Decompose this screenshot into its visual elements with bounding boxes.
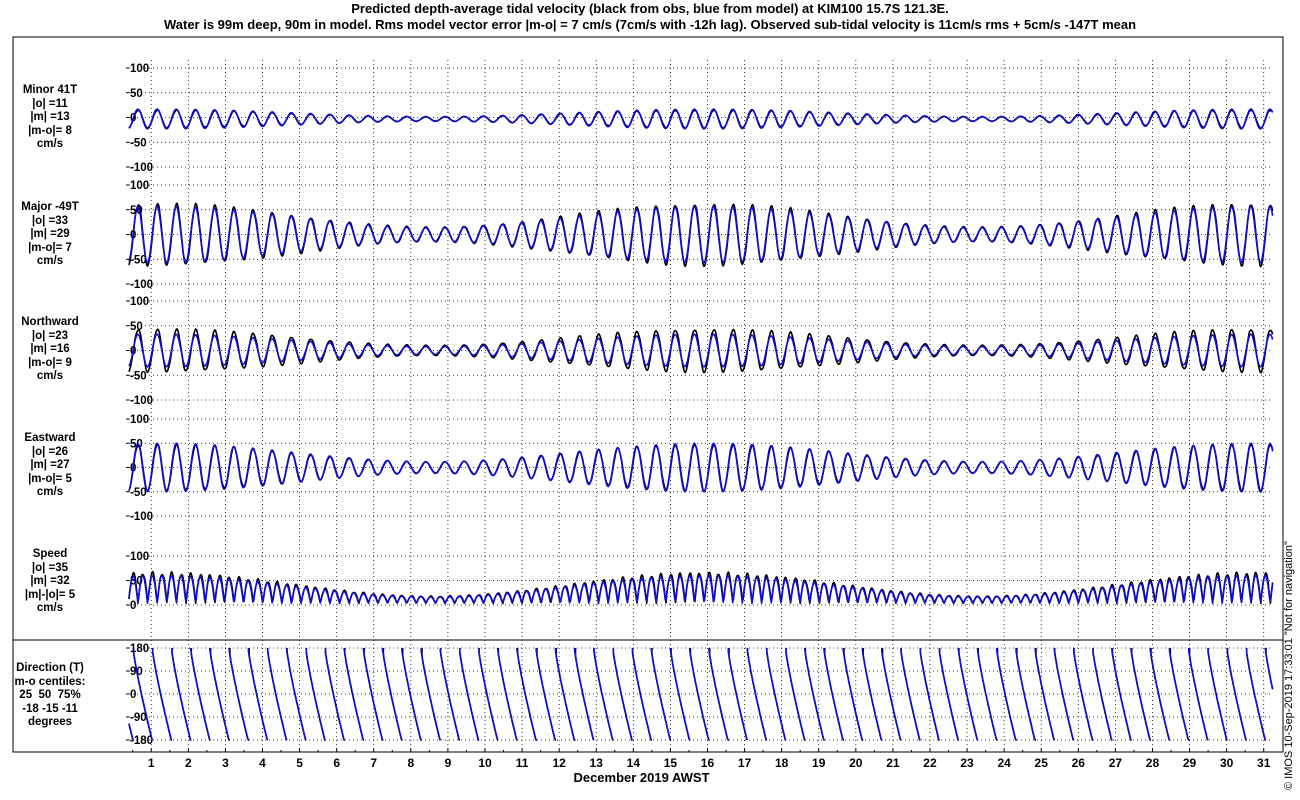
- x-tick-label: 1: [148, 756, 155, 770]
- panel-label-line: |m| =13: [30, 111, 70, 123]
- panel-label-line: m-o centiles:: [14, 675, 86, 688]
- panel-label-line: cm/s: [36, 486, 64, 498]
- panel-label-line: |m|-|o|= 5: [24, 588, 76, 601]
- panel-label-line: |m-o|= 5: [28, 472, 72, 485]
- panel-label-line: cm/s: [36, 602, 64, 614]
- panel-label-line: |m| =29: [30, 228, 70, 240]
- plot-frame: [12, 36, 1284, 753]
- y-tick-label: -50: [130, 137, 147, 149]
- panel-label-line: cm/s: [36, 255, 64, 267]
- x-tick-label: 12: [552, 756, 566, 770]
- panel-label-northward: Northward |o| =23 |m| =16 |m-o|= 9 cm/s: [6, 316, 94, 384]
- x-tick-label: 28: [1146, 756, 1160, 770]
- panel-label-line: 25 50 75%: [19, 689, 81, 701]
- panel-label-line: |o| =23: [31, 329, 69, 342]
- x-tick-label: 24: [997, 756, 1011, 770]
- x-tick-label: 9: [445, 756, 452, 770]
- panel-label-line: Speed: [32, 548, 68, 560]
- x-tick-label: 30: [1220, 756, 1234, 770]
- y-tick-label: 100: [130, 180, 149, 192]
- y-tick-label: 0: [130, 600, 136, 612]
- y-tick-label: -100: [130, 162, 153, 174]
- x-axis-label: December 2019 AWST: [573, 770, 710, 785]
- y-tick-label: 100: [130, 63, 149, 75]
- panel-label-line: |m| =32: [30, 575, 70, 587]
- panel-label-line: Eastward: [24, 432, 76, 444]
- x-tick-label: 2: [185, 756, 192, 770]
- y-tick-label: -180: [130, 735, 153, 747]
- x-tick-label: 11: [516, 756, 529, 770]
- panel-label-line: Major -49T: [21, 201, 79, 213]
- panel-label-line: Direction (T): [16, 662, 84, 674]
- panel-label-line: |o| =26: [31, 445, 69, 458]
- panel-label-direction: Direction (T) m-o centiles: 25 50 75% -18 -…: [6, 662, 94, 730]
- panel-label-major: Major -49T |o| =33 |m| =29 |m-o|= 7 cm/s: [6, 201, 94, 269]
- series-obs-major: [128, 202, 1274, 268]
- panel-label-eastward: Eastward |o| =26 |m| =27 |m-o|= 5 cm/s: [6, 432, 94, 500]
- panel-label-line: |o| =35: [31, 561, 69, 574]
- x-tick-label: 22: [923, 756, 937, 770]
- panel-label-line: |m| =16: [30, 343, 70, 355]
- y-tick-label: -50: [130, 370, 147, 382]
- x-tick-label: 15: [664, 756, 678, 770]
- tidal-velocity-plot: 1 2 3 4 5 6 7 8 9 10 11 12 13 14 15 16 17 18 19 20 21 22 23 24 2…: [12, 36, 1284, 770]
- y-tick-label: -100: [130, 395, 153, 407]
- y-tick-label: 50: [130, 321, 143, 333]
- y-tick-label: 50: [130, 88, 143, 100]
- panel-label-line: |m-o|= 8: [28, 124, 72, 137]
- x-tick-label: 10: [478, 756, 492, 770]
- y-tick-label: 0: [130, 689, 136, 701]
- x-tick-label: 14: [627, 756, 641, 770]
- panel-label-minor: Minor 41T |o| =11 |m| =13 |m-o|= 8 cm/s: [6, 84, 94, 152]
- y-tick-label: 100: [130, 296, 149, 308]
- x-tick-label: 4: [259, 756, 266, 770]
- panel-label-line: |o| =11: [32, 97, 68, 110]
- y-tick-label: -50: [130, 254, 147, 266]
- copyright-note: © IMOS 10-Sep-2019 17:33:01 "Not for nav…: [1283, 541, 1295, 790]
- x-tick-label: 31: [1257, 756, 1271, 770]
- x-tick-label: 5: [296, 756, 303, 770]
- x-tick-label: 23: [960, 756, 974, 770]
- x-tick-label: 17: [738, 756, 752, 770]
- panel-label-line: cm/s: [36, 370, 64, 382]
- y-tick-label: -100: [130, 279, 153, 291]
- x-tick-label: 25: [1035, 756, 1049, 770]
- panel-label-line: Minor 41T: [22, 84, 78, 96]
- panel-label-line: Northward: [21, 316, 79, 328]
- panel-label-line: |m-o|= 9: [28, 356, 72, 369]
- x-tick-label: 21: [886, 756, 900, 770]
- x-tick-label: 26: [1072, 756, 1086, 770]
- y-tick-label: 100: [130, 414, 149, 426]
- series-model-minor: [128, 108, 1274, 130]
- x-tick-label: 27: [1109, 756, 1123, 770]
- panel-label-line: |o| =33: [31, 214, 69, 227]
- panel-label-line: |m-o|= 7: [28, 241, 72, 254]
- series-model-direction: [128, 647, 1274, 741]
- panel-label-speed: Speed |o| =35 |m| =32 |m|-|o|= 5 cm/s: [6, 548, 94, 616]
- x-tick-label: 16: [701, 756, 715, 770]
- series-model-speed: [128, 574, 1274, 605]
- x-tick-label: 19: [812, 756, 826, 770]
- y-tick-label: 100: [130, 551, 149, 563]
- panel-label-line: cm/s: [36, 138, 64, 150]
- x-tick-label: 13: [590, 756, 604, 770]
- y-tick-label: -100: [130, 511, 153, 523]
- y-tick-label: -50: [130, 487, 147, 499]
- x-tick-label: 18: [775, 756, 789, 770]
- x-tick-label: 7: [370, 756, 377, 770]
- x-tick-label: 3: [222, 756, 229, 770]
- y-tick-label: -90: [130, 712, 147, 724]
- x-tick-label: 8: [407, 756, 414, 770]
- panel-label-line: -18 -15 -11: [22, 702, 78, 715]
- panel-label-line: degrees: [27, 716, 73, 728]
- x-tick-label: 20: [849, 756, 863, 770]
- x-tick-label: 29: [1183, 756, 1197, 770]
- x-tick-label: 6: [333, 756, 340, 770]
- panel-label-line: |m| =27: [30, 459, 70, 471]
